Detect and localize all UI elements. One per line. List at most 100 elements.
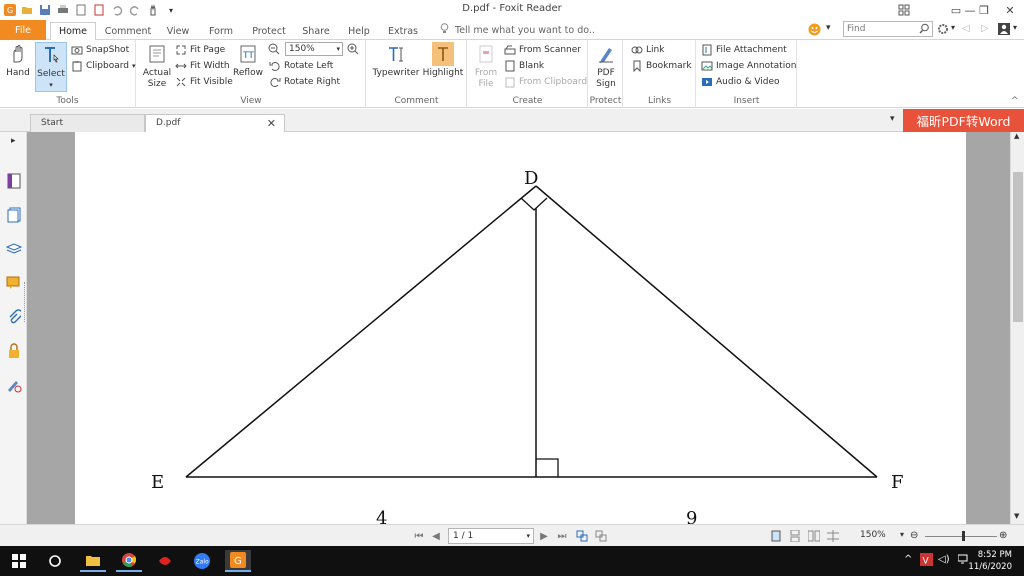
- tab-start[interactable]: Start: [30, 114, 145, 132]
- maximize-button[interactable]: ❐: [970, 0, 998, 20]
- fit-visible-button[interactable]: Fit Visible: [175, 74, 233, 89]
- ribbon-layout-icon[interactable]: [890, 0, 918, 20]
- back-arrow-icon[interactable]: ◁: [962, 23, 970, 34]
- from-file-button[interactable]: From File: [471, 42, 501, 90]
- blank-button[interactable]: Blank: [504, 58, 544, 73]
- zoom-dropdown-icon[interactable]: ▾: [336, 43, 340, 55]
- continuous-icon[interactable]: [789, 529, 801, 543]
- task-view-icon[interactable]: [42, 550, 68, 572]
- rotate-right-button[interactable]: Rotate Right: [269, 74, 340, 89]
- close-button[interactable]: ✕: [996, 0, 1024, 20]
- zoom-in-button[interactable]: ⊕: [999, 530, 1007, 541]
- game-app-icon[interactable]: [152, 550, 178, 572]
- tab-home[interactable]: Home: [50, 22, 96, 40]
- forward-arrow-icon[interactable]: ▷: [981, 23, 989, 34]
- select-button[interactable]: Select ▾: [35, 42, 67, 92]
- scroll-down-icon[interactable]: ▼: [1014, 512, 1019, 520]
- panel-resize-handle[interactable]: [24, 282, 26, 322]
- new-doc-icon[interactable]: [74, 3, 88, 17]
- tab-help[interactable]: Help: [343, 22, 375, 40]
- signatures-icon[interactable]: [5, 376, 23, 394]
- first-page-icon[interactable]: ⏮: [413, 529, 425, 543]
- promo-banner[interactable]: 福昕PDF转Word: [903, 109, 1024, 132]
- page-thumbnails-icon[interactable]: [5, 172, 23, 190]
- zoom-out-icon[interactable]: [268, 43, 280, 58]
- file-explorer-icon[interactable]: [80, 550, 106, 572]
- search-icon[interactable]: [919, 23, 930, 39]
- zoom-level-dropdown-icon[interactable]: ▾: [900, 530, 904, 539]
- zoom-slider-track[interactable]: [925, 536, 997, 537]
- link-button[interactable]: Link: [631, 42, 664, 57]
- tab-share[interactable]: Share: [298, 22, 334, 40]
- print-icon[interactable]: [56, 3, 70, 17]
- save-icon[interactable]: [38, 3, 52, 17]
- zoom-out-button[interactable]: ⊖: [910, 530, 918, 541]
- zoom-slider-thumb[interactable]: [962, 531, 965, 541]
- continuous-facing-icon[interactable]: [827, 529, 839, 543]
- tab-file[interactable]: File: [0, 20, 46, 40]
- system-clock[interactable]: 8:52 PM 11/6/2020: [968, 549, 1012, 573]
- from-scanner-button[interactable]: From Scanner: [504, 42, 581, 57]
- hand-tool-icon[interactable]: [146, 3, 160, 17]
- previous-view-icon[interactable]: [576, 529, 588, 543]
- tell-me-search[interactable]: Tell me what you want to do..: [440, 23, 595, 37]
- file-attachment-button[interactable]: File Attachment: [701, 42, 787, 57]
- tab-comment[interactable]: Comment: [104, 22, 152, 40]
- single-page-icon[interactable]: [770, 529, 782, 543]
- user-account-icon[interactable]: [998, 23, 1010, 38]
- show-hidden-icons-icon[interactable]: ^: [904, 554, 912, 565]
- from-clipboard-button[interactable]: From Clipboard: [504, 74, 587, 89]
- snapshot-button[interactable]: SnapShot: [71, 42, 129, 57]
- smiley-feedback-icon[interactable]: [808, 23, 821, 39]
- zalo-icon[interactable]: Zalo: [189, 550, 215, 572]
- account-dropdown-icon[interactable]: ▾: [1013, 23, 1017, 32]
- tab-view[interactable]: View: [160, 22, 196, 40]
- clipboard-button[interactable]: Clipboard ▾: [71, 58, 136, 73]
- hand-button[interactable]: Hand: [4, 42, 32, 79]
- attachments-icon[interactable]: [5, 308, 23, 326]
- tab-list-dropdown-icon[interactable]: ▾: [890, 114, 895, 124]
- tab-extras[interactable]: Extras: [384, 22, 422, 40]
- fit-page-button[interactable]: Fit Page: [175, 42, 225, 57]
- volume-icon[interactable]: ◁): [938, 554, 950, 565]
- page-number-input[interactable]: 1 / 1 ▾: [448, 528, 534, 544]
- image-annotation-button[interactable]: Image Annotation: [701, 58, 796, 73]
- open-icon[interactable]: [20, 3, 34, 17]
- windows-start-icon[interactable]: [6, 550, 32, 572]
- customize-dropdown-icon[interactable]: ▾: [164, 3, 178, 17]
- expand-panel-icon[interactable]: ▸: [11, 136, 16, 146]
- tab-form[interactable]: Form: [203, 22, 239, 40]
- zoom-level[interactable]: 150%: [860, 530, 886, 540]
- bookmark-button[interactable]: Bookmark: [631, 58, 692, 73]
- pdf-sign-button[interactable]: PDF Sign: [591, 42, 621, 90]
- reflow-button[interactable]: TT Reflow: [233, 42, 263, 79]
- settings-gear-icon[interactable]: [937, 23, 949, 38]
- document-viewport[interactable]: D E F 4 9: [27, 132, 1010, 524]
- facing-icon[interactable]: [808, 529, 820, 543]
- next-page-icon[interactable]: ▶: [538, 529, 550, 543]
- scrollbar-thumb[interactable]: [1013, 172, 1023, 322]
- foxit-taskbar-icon[interactable]: G: [225, 550, 251, 572]
- fit-width-button[interactable]: Fit Width: [175, 58, 230, 73]
- layers-icon[interactable]: [5, 240, 23, 258]
- find-input[interactable]: Find: [843, 21, 933, 37]
- last-page-icon[interactable]: ⏭: [556, 529, 568, 543]
- page-dropdown-icon[interactable]: ▾: [526, 529, 530, 543]
- clipboard-dropdown-icon[interactable]: ▾: [132, 62, 136, 70]
- zoom-in-icon[interactable]: [347, 43, 359, 58]
- undo-icon[interactable]: [110, 3, 124, 17]
- antivirus-tray-icon[interactable]: V: [920, 553, 933, 569]
- skin-dropdown-icon[interactable]: ▾: [826, 23, 831, 33]
- create-pdf-icon[interactable]: [92, 3, 106, 17]
- close-tab-icon[interactable]: ✕: [267, 115, 276, 132]
- zoom-select[interactable]: 150% ▾: [285, 42, 343, 56]
- collapse-ribbon-icon[interactable]: ^: [1011, 96, 1019, 106]
- audio-video-button[interactable]: Audio & Video: [701, 74, 780, 89]
- chrome-icon[interactable]: [116, 550, 142, 572]
- scroll-up-icon[interactable]: ▲: [1014, 132, 1019, 140]
- settings-dropdown-icon[interactable]: ▾: [951, 23, 955, 32]
- select-dropdown-icon[interactable]: ▾: [49, 80, 53, 91]
- next-view-icon[interactable]: [595, 529, 607, 543]
- comments-icon[interactable]: [5, 274, 23, 292]
- highlight-button[interactable]: Highlight: [421, 42, 465, 79]
